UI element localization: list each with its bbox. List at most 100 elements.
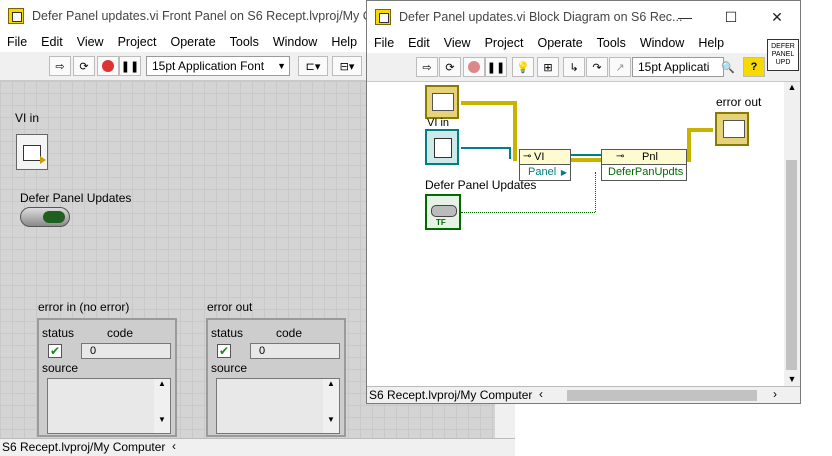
block-diagram-title: Defer Panel updates.vi Block Diagram on … <box>399 10 683 24</box>
retain-wire-values-icon[interactable]: ⊞ <box>537 57 559 77</box>
error-out-status-checkbox: ✔ <box>217 344 231 358</box>
run-continuously-icon[interactable]: ⟳ <box>439 57 461 77</box>
error-out-terminal-label: error out <box>716 95 762 109</box>
cluster-icon <box>723 120 745 138</box>
scroll-down-icon[interactable]: ▼ <box>784 374 800 384</box>
vi-refnum-icon <box>434 138 452 158</box>
cluster-icon <box>432 93 454 111</box>
menu-file[interactable]: File <box>0 35 34 49</box>
error-wire[interactable] <box>513 101 517 161</box>
menu-project[interactable]: Project <box>111 35 164 49</box>
error-in-code-field[interactable]: 0 <box>81 343 171 359</box>
error-in-status-checkbox[interactable]: ✔ <box>48 344 62 358</box>
scroll-right-icon[interactable]: › <box>773 387 777 401</box>
error-out-code-field: 0 <box>250 343 340 359</box>
key-icon: ⊸ <box>523 151 532 162</box>
menu-help[interactable]: Help <box>691 36 731 50</box>
pnl-node-class: Pnl <box>642 151 658 163</box>
block-diagram-project-path: S6 Recept.lvproj/My Computer <box>369 388 533 402</box>
chevron-down-icon: ▼ <box>277 61 286 71</box>
scroll-thumb[interactable] <box>786 160 797 370</box>
pause-icon[interactable]: ❚❚ <box>485 57 507 77</box>
menu-tools[interactable]: Tools <box>223 35 266 49</box>
run-arrow-icon[interactable]: ⇨ <box>416 57 438 77</box>
vi-connector-icon[interactable]: DEFER PANEL UPD <box>767 39 799 71</box>
menu-file[interactable]: File <box>367 36 401 50</box>
highlight-execution-icon[interactable]: 💡 <box>512 57 534 77</box>
labview-vi-icon <box>8 8 24 24</box>
vi-property-node[interactable]: ⊸ VI Panel ▶ <box>519 149 571 181</box>
font-selector[interactable]: 15pt Application Font ▼ <box>146 56 290 76</box>
scroll-up-icon[interactable]: ▲ <box>784 82 800 92</box>
font-selector[interactable]: 15pt Applicati <box>632 57 724 77</box>
align-objects-icon[interactable]: ⊏▾ <box>298 56 328 76</box>
diagram-vertical-scrollbar[interactable]: ▲ ▼ <box>784 82 800 386</box>
menu-tools[interactable]: Tools <box>590 36 633 50</box>
vi-icon-text: DEFER PANEL UPD <box>771 43 795 66</box>
distribute-objects-icon[interactable]: ⊟▾ <box>332 56 362 76</box>
error-out-source-field: ▲ ▼ <box>216 378 340 434</box>
menu-operate[interactable]: Operate <box>530 36 589 50</box>
defer-property-row[interactable]: DeferPanUpdts <box>602 165 686 180</box>
context-help-icon[interactable]: ? <box>743 57 765 77</box>
defer-panel-updates-terminal[interactable]: TF <box>425 194 461 230</box>
abort-icon[interactable] <box>97 56 119 76</box>
panel-property-row[interactable]: Panel ▶ <box>520 165 570 180</box>
refnum-arrow-icon <box>40 156 46 164</box>
maximize-button[interactable]: ☐ <box>708 1 754 33</box>
menu-help[interactable]: Help <box>324 35 364 49</box>
refnum-wire[interactable] <box>571 154 601 156</box>
menu-view[interactable]: View <box>70 35 111 49</box>
vi-in-terminal[interactable] <box>425 129 459 165</box>
scroll-left-icon[interactable]: ‹ <box>539 387 543 401</box>
error-in-cluster: status code ✔ 0 source ▲ ▼ <box>37 318 177 437</box>
step-into-icon[interactable]: ↳ <box>563 57 585 77</box>
refnum-wire[interactable] <box>509 147 511 159</box>
step-over-icon[interactable]: ↷ <box>586 57 608 77</box>
minimize-button[interactable]: — <box>662 1 708 33</box>
error-in-source-label: source <box>42 361 79 375</box>
menu-edit[interactable]: Edit <box>34 35 70 49</box>
front-panel-statusbar: S6 Recept.lvproj/My Computer ‹ <box>0 438 515 456</box>
pnl-property-node[interactable]: ⊸ Pnl DeferPanUpdts <box>601 149 687 181</box>
menu-project[interactable]: Project <box>478 36 531 50</box>
vi-in-label: VI in <box>15 111 40 125</box>
error-out-cluster: status code ✔ 0 source ▲ ▼ <box>206 318 346 437</box>
boolean-wire[interactable] <box>461 212 595 213</box>
error-out-terminal[interactable] <box>715 112 749 146</box>
error-wire[interactable] <box>571 158 601 162</box>
vi-in-terminal-label: VI in <box>427 117 450 129</box>
error-wire[interactable] <box>687 128 713 132</box>
run-arrow-icon[interactable]: ⇨ <box>49 56 71 76</box>
error-in-source-field[interactable]: ▲ ▼ <box>47 378 171 434</box>
refnum-wire[interactable] <box>461 147 511 149</box>
error-out-label: error out <box>207 300 253 314</box>
defer-panel-updates-toggle[interactable] <box>20 207 70 227</box>
step-out-icon[interactable]: ↗ <box>609 57 631 77</box>
error-in-code-label: code <box>107 326 134 340</box>
error-in-terminal[interactable] <box>425 85 459 119</box>
menu-view[interactable]: View <box>437 36 478 50</box>
menu-window[interactable]: Window <box>266 35 324 49</box>
key-icon: ⊸ <box>616 151 625 162</box>
horizontal-scroll-thumb[interactable] <box>567 390 757 401</box>
search-icon[interactable]: 🔍 <box>717 57 739 77</box>
block-diagram-titlebar[interactable]: Defer Panel updates.vi Block Diagram on … <box>367 1 800 33</box>
menu-operate[interactable]: Operate <box>163 35 222 49</box>
run-continuously-icon[interactable]: ⟳ <box>73 56 95 76</box>
menu-window[interactable]: Window <box>633 36 691 50</box>
vi-refnum-control[interactable] <box>16 134 48 170</box>
error-in-source-scrollbar[interactable]: ▲ ▼ <box>154 379 170 433</box>
error-wire[interactable] <box>461 101 517 105</box>
output-arrow-icon: ▶ <box>560 168 567 177</box>
block-diagram-window: Defer Panel updates.vi Block Diagram on … <box>366 0 801 404</box>
menu-edit[interactable]: Edit <box>401 36 437 50</box>
boolean-wire[interactable] <box>595 172 596 212</box>
pause-icon[interactable]: ❚❚ <box>119 56 141 76</box>
scroll-left-icon[interactable]: ‹ <box>172 439 176 453</box>
abort-icon[interactable] <box>463 57 485 77</box>
error-out-code-value: 0 <box>259 345 266 357</box>
close-button[interactable]: ✕ <box>754 1 800 33</box>
error-out-source-scrollbar[interactable]: ▲ ▼ <box>323 379 339 433</box>
front-panel-project-path: S6 Recept.lvproj/My Computer <box>2 440 166 454</box>
